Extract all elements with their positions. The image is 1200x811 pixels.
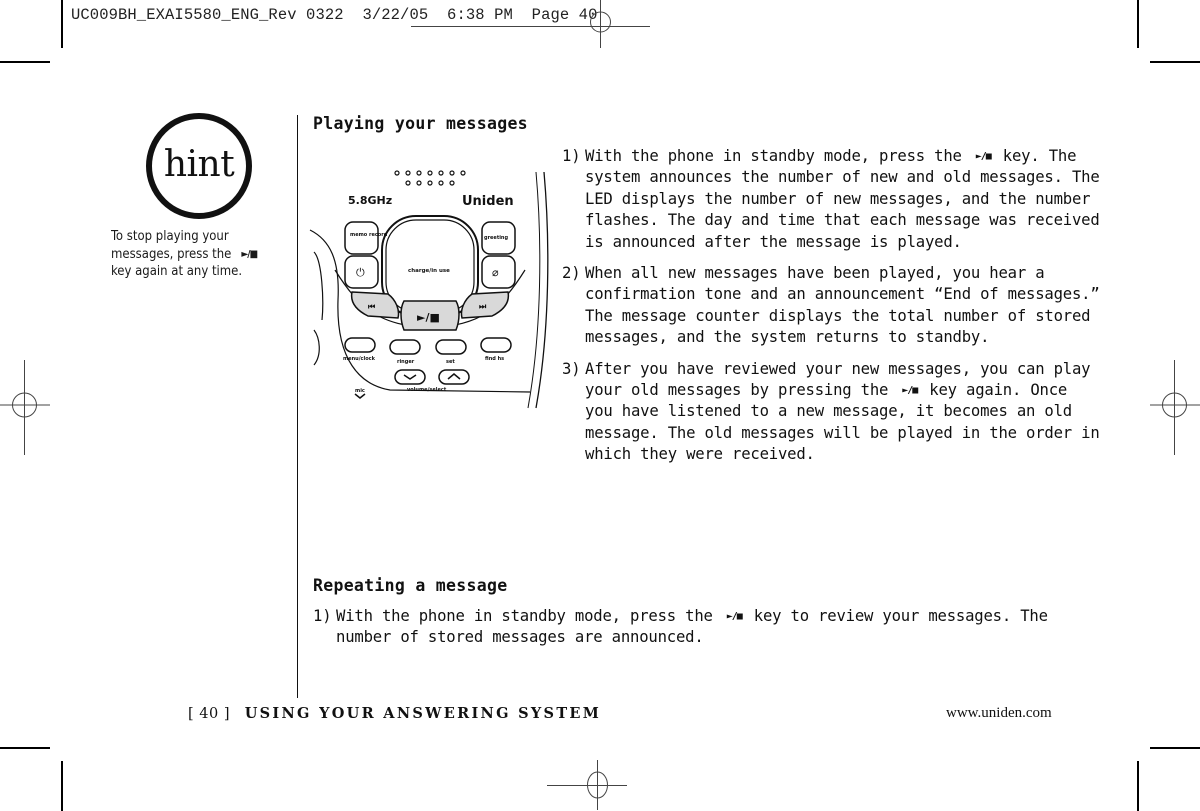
step-text: When all new messages have been played, … — [585, 264, 1100, 347]
registration-mark — [1150, 360, 1200, 455]
brand-logo: Uniden — [462, 194, 514, 209]
menu-clock-button — [344, 337, 376, 353]
section-heading-repeating: Repeating a message — [313, 576, 508, 595]
set-label: set — [446, 359, 455, 365]
step-number: 2) — [562, 264, 581, 283]
play-stop-icon: ►/■ — [975, 151, 992, 162]
step-text: With the phone in standby mode, press th… — [585, 147, 962, 165]
volume-up-button — [438, 369, 470, 385]
repeating-steps: 1) With the phone in standby mode, press… — [313, 606, 1103, 649]
crop-mark — [1150, 61, 1200, 63]
step-item: 2) When all new messages have been playe… — [562, 263, 1102, 349]
hint-label: hint — [163, 143, 235, 185]
hint-text-before: To stop playing your messages, press the — [111, 229, 232, 262]
step-number: 1) — [313, 607, 332, 625]
memo-record-label: memo record — [350, 232, 388, 238]
registration-mark — [0, 360, 50, 455]
column-divider — [297, 115, 298, 698]
footer-url[interactable]: www.uniden.com — [946, 705, 1052, 722]
registration-mark — [547, 760, 627, 810]
step-number: 1) — [562, 147, 581, 165]
greeting-label: greeting — [484, 235, 508, 241]
volume-down-button — [394, 369, 426, 385]
crop-mark — [0, 747, 50, 749]
play-stop-icon: ►/■ — [902, 385, 918, 397]
step-item: 3) After you have reviewed your new mess… — [562, 359, 1102, 466]
ringer-label: ringer — [397, 359, 415, 365]
step-item: 1) With the phone in standby mode, press… — [313, 606, 1103, 649]
rewind-icon: ⏮ — [368, 302, 375, 311]
section-title: USING YOUR ANSWERING SYSTEM — [244, 705, 602, 722]
ringer-button — [389, 339, 421, 355]
crop-mark — [1137, 761, 1139, 811]
band-label: 5.8GHz — [348, 194, 392, 207]
step-text: With the phone in standby mode, press th… — [336, 607, 713, 625]
power-icon: ⏻ — [356, 266, 365, 279]
playing-steps: 1) With the phone in standby mode, press… — [562, 146, 1102, 476]
step-number: 3) — [562, 359, 581, 378]
speaker-grille — [394, 170, 466, 186]
footer-section: [ 40 ] USING YOUR ANSWERING SYSTEM — [188, 705, 601, 722]
crop-mark — [61, 761, 63, 811]
crop-mark — [1137, 0, 1139, 48]
crop-mark — [0, 61, 50, 63]
hint-badge: hint — [146, 113, 252, 219]
play-stop-icon: ►/■ — [726, 611, 743, 622]
play-stop-icon: ►/■ — [241, 248, 258, 260]
skip-icon: ⏭ — [479, 302, 487, 311]
step-item: 1) With the phone in standby mode, press… — [562, 146, 1102, 253]
set-button — [435, 339, 467, 355]
crop-mark — [1150, 747, 1200, 749]
find-hs-label: find hs — [485, 356, 504, 362]
page-number: [ 40 ] — [188, 706, 230, 722]
crop-mark — [61, 0, 63, 48]
mic-label: mic — [355, 388, 365, 394]
section-heading-playing: Playing your messages — [313, 114, 528, 133]
volume-select-label: volume/select — [407, 387, 447, 393]
play-stop-icon: ►/■ — [417, 311, 440, 324]
delete-icon: ⌀ — [492, 266, 499, 279]
menu-clock-label: menu/clock — [343, 356, 376, 362]
registration-mark — [590, 0, 611, 48]
hint-text-after: key again at any time. — [111, 264, 243, 279]
print-slug: UC009BH_EXAI5580_ENG_Rev 0322 3/22/05 6:… — [71, 6, 598, 24]
display-label: charge/in use — [408, 268, 450, 274]
hint-text: To stop playing your messages, press the… — [111, 228, 281, 281]
base-unit-illustration: 5.8GHz Uniden memo record greeting charg… — [309, 170, 549, 409]
find-hs-button — [480, 337, 512, 353]
